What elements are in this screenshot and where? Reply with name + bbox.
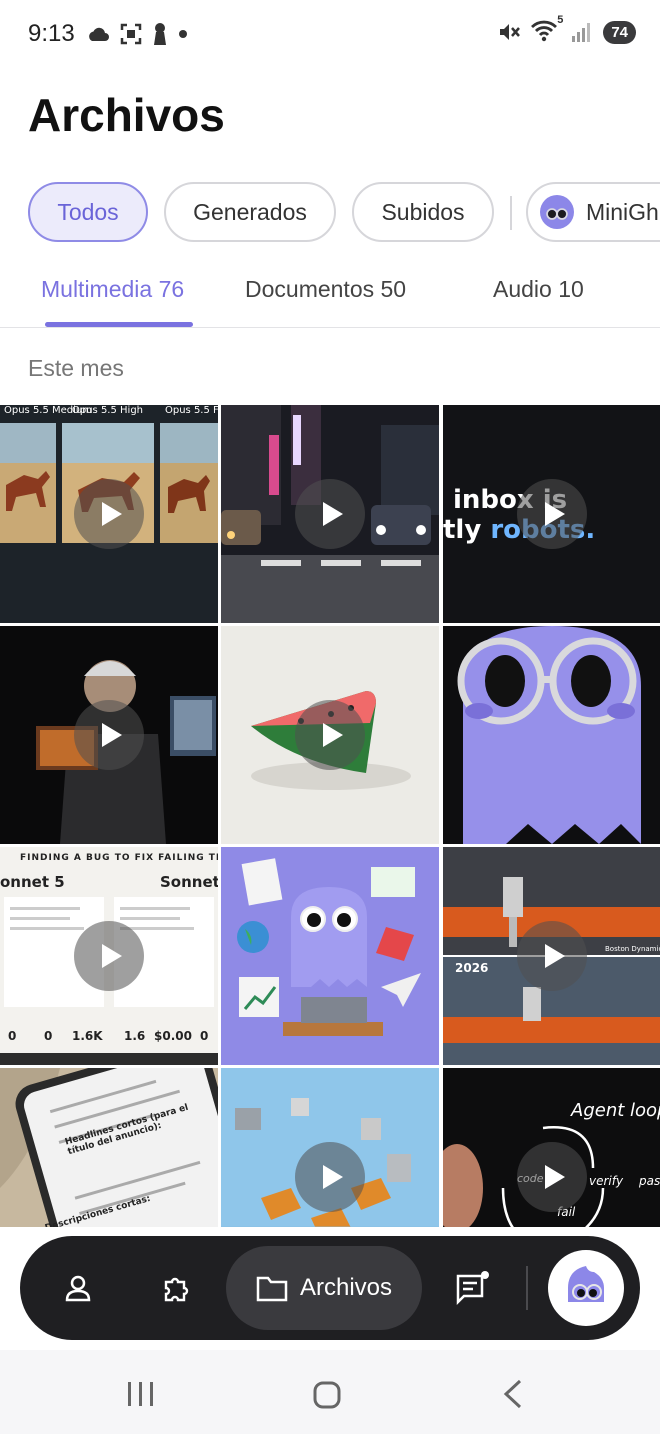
tile-stat: 1.6: [124, 1029, 146, 1043]
media-tile-robots-blocks[interactable]: [221, 1068, 439, 1227]
tile-year: 2026: [455, 961, 489, 975]
ghost-mascot-thumbnail: [443, 626, 660, 844]
nav-profile-button[interactable]: [56, 1266, 100, 1310]
nav-extensions-button[interactable]: [154, 1266, 198, 1310]
system-nav-bar: [0, 1350, 660, 1434]
assistant-avatar-button[interactable]: [548, 1250, 624, 1326]
tile-label: Opus 5.5 High: [72, 405, 144, 416]
media-tile-phone-doc[interactable]: Headlines cortos (para el título del anu…: [0, 1068, 218, 1227]
signal-icon: [572, 23, 591, 42]
back-icon[interactable]: [500, 1378, 526, 1410]
nav-chats-button[interactable]: [450, 1266, 494, 1310]
page-title: Archivos: [28, 89, 225, 141]
tile-stat: 0: [44, 1029, 53, 1043]
play-icon: [517, 479, 587, 549]
tile-label: Opus 5.5 Fast: [165, 405, 218, 416]
status-time: 9:13: [28, 20, 75, 47]
filter-chips: Todos Generados Subidos MiniGh: [28, 182, 660, 244]
chat-icon: [456, 1271, 489, 1306]
tile-title: Agent loop: [571, 1100, 660, 1121]
nav-files-button[interactable]: Archivos: [226, 1246, 422, 1330]
ghost-laptop-thumbnail: [221, 847, 439, 1065]
play-icon: [295, 700, 365, 770]
media-tile-robots-lab[interactable]: 2026 Boston Dynamics: [443, 847, 660, 1065]
tab-multimedia[interactable]: Multimedia 76: [41, 276, 184, 303]
status-icons-left: [86, 22, 188, 46]
tab-audio[interactable]: Audio 10: [493, 276, 584, 303]
play-icon: [295, 1142, 365, 1212]
dot-icon: [179, 30, 187, 38]
media-tile-bug-tests[interactable]: FINDING A BUG TO FIX FAILING TESTS onnet…: [0, 847, 218, 1065]
folder-icon: [256, 1276, 288, 1302]
tile-brand: Boston Dynamics: [605, 945, 660, 953]
chip-label: MiniGh: [586, 198, 659, 225]
ghost-avatar-icon: [540, 195, 574, 229]
tile-step: verify: [589, 1174, 624, 1188]
bottom-nav: Archivos: [20, 1236, 640, 1340]
status-icons-right: 5 74: [497, 14, 636, 44]
chip-subidos[interactable]: Subidos: [352, 182, 494, 242]
tile-step: pass: [639, 1174, 660, 1188]
chip-label: Subidos: [381, 198, 465, 225]
screenshot-icon: [120, 23, 142, 45]
wifi-indicator: 5: [531, 14, 563, 44]
wifi-icon: [531, 20, 558, 42]
chip-label: Generados: [193, 198, 307, 225]
tab-documentos[interactable]: Documentos 50: [245, 276, 406, 303]
home-icon[interactable]: [312, 1380, 342, 1410]
chip-minighost[interactable]: MiniGh: [526, 182, 660, 242]
media-tile-agent-loop[interactable]: Agent loop verify pass fail code: [443, 1068, 660, 1227]
section-header: Este mes: [28, 355, 124, 381]
play-icon: [74, 700, 144, 770]
media-tile-presenter[interactable]: [0, 626, 218, 844]
media-tile-street[interactable]: [221, 405, 439, 623]
media-tile-ghost-mascot[interactable]: [443, 626, 660, 844]
keyhole-icon: [154, 23, 166, 45]
play-icon: [517, 921, 587, 991]
tile-stat: 0: [8, 1029, 17, 1043]
chip-label: Todos: [57, 198, 119, 225]
tile-stat: 1.6K: [72, 1029, 103, 1043]
play-icon: [295, 479, 365, 549]
nav-files-label: Archivos: [299, 1274, 393, 1301]
ghost-avatar-icon: [568, 1266, 604, 1302]
phone-doc-thumbnail: [0, 1068, 218, 1227]
play-icon: [74, 921, 144, 991]
media-tile-inbox-robots[interactable]: inbox is tly robots.: [443, 405, 660, 623]
play-icon: [517, 1142, 587, 1212]
play-icon: [74, 479, 144, 549]
media-tile-ghost-laptop[interactable]: [221, 847, 439, 1065]
media-tile-watermelon[interactable]: [221, 626, 439, 844]
chip-generados[interactable]: Generados: [164, 182, 336, 242]
chip-divider: [510, 196, 512, 230]
wifi-badge: 5: [557, 14, 564, 26]
mute-icon: [500, 24, 521, 40]
tile-stat: 0: [200, 1029, 209, 1043]
chip-todos[interactable]: Todos: [28, 182, 148, 242]
tab-indicator: [45, 322, 193, 327]
battery-indicator: 74: [603, 20, 636, 44]
media-grid: Opus 5.5 Medium Opus 5.5 High Opus 5.5 F…: [0, 405, 660, 1227]
puzzle-icon: [164, 1277, 189, 1302]
nav-divider: [526, 1266, 528, 1310]
status-bar: 9:13 5 74: [0, 0, 660, 70]
tile-stat: $0.00: [154, 1029, 192, 1043]
cloud-icon: [89, 27, 109, 41]
profile-icon: [65, 1275, 91, 1302]
media-tabs: Multimedia 76 Documentos 50 Audio 10: [0, 262, 660, 328]
recent-apps-icon[interactable]: [126, 1380, 156, 1408]
media-tile-horses[interactable]: Opus 5.5 Medium Opus 5.5 High Opus 5.5 F…: [0, 405, 218, 623]
